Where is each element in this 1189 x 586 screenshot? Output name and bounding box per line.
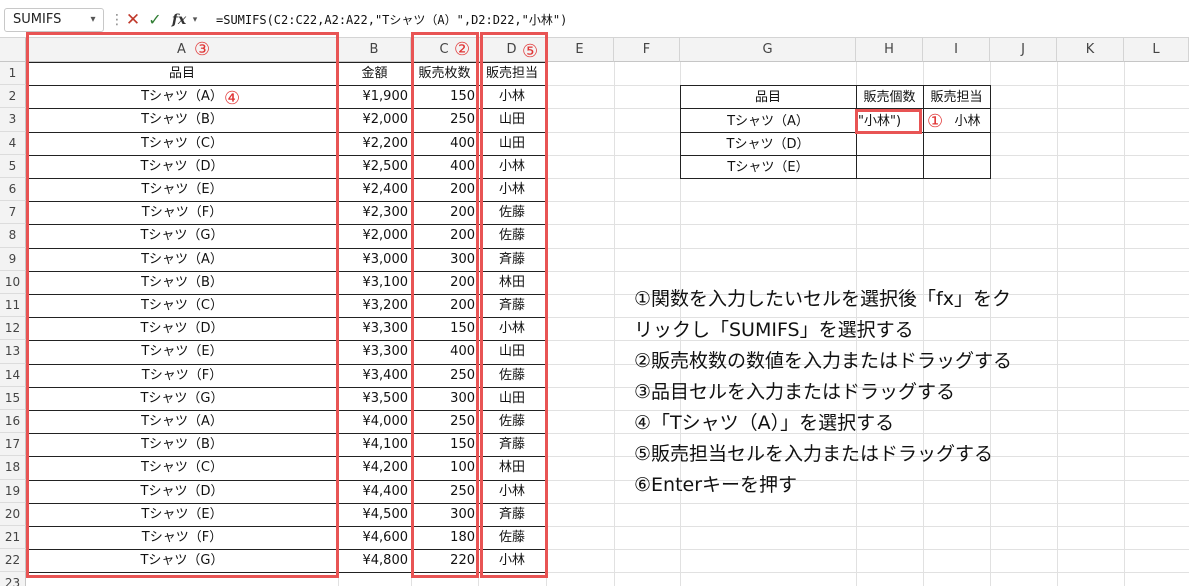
column-header-e[interactable]: E xyxy=(546,38,614,62)
row-header[interactable]: 21 xyxy=(0,526,26,550)
gridline xyxy=(1124,62,1125,586)
column-header-g[interactable]: G xyxy=(680,38,856,62)
price-cell[interactable]: ¥2,200 xyxy=(338,132,411,155)
column-header-i[interactable]: I xyxy=(923,38,990,62)
price-cell[interactable]: ¥2,300 xyxy=(338,201,411,224)
row-header[interactable]: 6 xyxy=(0,178,26,202)
row-header[interactable]: 23 xyxy=(0,572,26,586)
instruction-line: ⑥Enterキーを押す xyxy=(634,474,798,496)
instruction-line: ④「Tシャツ（A）」を選択する xyxy=(634,412,895,434)
gridline xyxy=(614,62,615,586)
instruction-line: ⑤販売担当セルを入力またはドラッグする xyxy=(634,443,994,465)
drag-handle-icon[interactable]: ⋮ xyxy=(110,9,124,31)
row-header[interactable]: 16 xyxy=(0,410,26,434)
price-cell[interactable]: ¥3,400 xyxy=(338,364,411,387)
price-cell[interactable]: ¥4,200 xyxy=(338,456,411,479)
summary-item-cell[interactable]: Tシャツ（A） xyxy=(680,110,856,133)
chevron-down-icon[interactable]: ▾ xyxy=(188,8,202,32)
row-header[interactable]: 9 xyxy=(0,247,26,271)
worksheet-grid[interactable]: A B C D E F G H I J K L 1 2 3 4 5 6 7 8 9 10 11 12 1… xyxy=(0,32,1189,586)
instruction-line: ②販売枚数の数値を入力またはドラッグする xyxy=(634,350,1013,372)
row-header[interactable]: 15 xyxy=(0,386,26,410)
summary-header-count[interactable]: 販売個数 xyxy=(856,86,923,109)
summary-header-staff[interactable]: 販売担当 xyxy=(923,86,990,109)
row-header[interactable]: 18 xyxy=(0,456,26,480)
row-header[interactable]: 14 xyxy=(0,363,26,387)
price-cell[interactable]: ¥3,200 xyxy=(338,294,411,317)
price-cell[interactable]: ¥1,900 xyxy=(338,85,411,108)
instruction-line: リックし「SUMIFS」を選択する xyxy=(634,319,914,341)
row-header[interactable]: 19 xyxy=(0,479,26,503)
marker-5: ⑤ xyxy=(522,41,539,62)
column-header-k[interactable]: K xyxy=(1057,38,1124,62)
row-header[interactable]: 3 xyxy=(0,108,26,132)
instruction-line: ③品目セルを入力またはドラッグする xyxy=(634,381,956,403)
row-header[interactable]: 12 xyxy=(0,317,26,341)
column-header-h[interactable]: H xyxy=(856,38,923,62)
price-cell[interactable]: ¥3,100 xyxy=(338,271,411,294)
price-cell[interactable]: ¥3,300 xyxy=(338,317,411,340)
instruction-text: ①関数を入力したいセルを選択後「fx」をク リックし「SUMIFS」を選択する … xyxy=(634,284,1104,501)
marker-3: ③ xyxy=(194,39,211,60)
price-cell[interactable]: ¥3,000 xyxy=(338,248,411,271)
price-cell[interactable]: ¥2,500 xyxy=(338,155,411,178)
row-header[interactable]: 8 xyxy=(0,224,26,248)
price-cell[interactable]: ¥4,500 xyxy=(338,503,411,526)
formula-input[interactable]: =SUMIFS(C2:C22,A2:A22,"Tシャツ（A）",D2:D22,"… xyxy=(216,8,567,32)
insert-function-icon[interactable]: fx xyxy=(168,8,190,32)
price-cell[interactable]: ¥4,000 xyxy=(338,410,411,433)
price-cell[interactable]: ¥4,100 xyxy=(338,433,411,456)
row-header[interactable]: 17 xyxy=(0,433,26,457)
row-header[interactable]: 1 xyxy=(0,62,26,86)
row-header[interactable]: 5 xyxy=(0,154,26,178)
select-all-corner[interactable] xyxy=(0,38,26,62)
price-cell[interactable]: ¥2,400 xyxy=(338,178,411,201)
row-header[interactable]: 2 xyxy=(0,85,26,109)
price-cell[interactable]: ¥4,600 xyxy=(338,526,411,549)
marker-1: ① xyxy=(927,111,944,132)
enter-check-icon[interactable]: ✓ xyxy=(145,8,165,32)
row-header[interactable]: 13 xyxy=(0,340,26,364)
row-header[interactable]: 20 xyxy=(0,502,26,526)
row-header[interactable]: 10 xyxy=(0,270,26,294)
instruction-line: ①関数を入力したいセルを選択後「fx」をク xyxy=(634,288,1011,310)
column-header-l[interactable]: L xyxy=(1124,38,1189,62)
cancel-icon[interactable]: ✕ xyxy=(123,8,143,32)
row-header[interactable]: 11 xyxy=(0,294,26,318)
annotation-box-quantity-column xyxy=(411,32,479,578)
column-header-b[interactable]: B xyxy=(338,38,411,62)
annotation-box-staff-column xyxy=(480,32,548,578)
summary-item-cell[interactable]: Tシャツ（E） xyxy=(680,156,856,179)
summary-header-item[interactable]: 品目 xyxy=(680,86,856,109)
annotation-box-active-cell xyxy=(855,109,922,134)
marker-2: ② xyxy=(454,39,471,60)
row-header[interactable]: 22 xyxy=(0,549,26,573)
price-cell[interactable]: ¥3,300 xyxy=(338,340,411,363)
chevron-down-icon[interactable]: ▾ xyxy=(84,8,102,32)
price-cell[interactable]: ¥2,000 xyxy=(338,108,411,131)
marker-4: ④ xyxy=(224,88,241,109)
column-header-j[interactable]: J xyxy=(990,38,1057,62)
summary-item-cell[interactable]: Tシャツ（D） xyxy=(680,133,856,156)
price-cell[interactable]: ¥3,500 xyxy=(338,387,411,410)
column-header-f[interactable]: F xyxy=(614,38,680,62)
row-header[interactable]: 4 xyxy=(0,131,26,155)
price-cell[interactable]: ¥4,800 xyxy=(338,549,411,572)
price-cell[interactable]: ¥4,400 xyxy=(338,480,411,503)
header-cell-price[interactable]: 金額 xyxy=(338,62,411,85)
annotation-box-item-column xyxy=(26,32,339,578)
row-header[interactable]: 7 xyxy=(0,201,26,225)
price-cell[interactable]: ¥2,000 xyxy=(338,224,411,247)
